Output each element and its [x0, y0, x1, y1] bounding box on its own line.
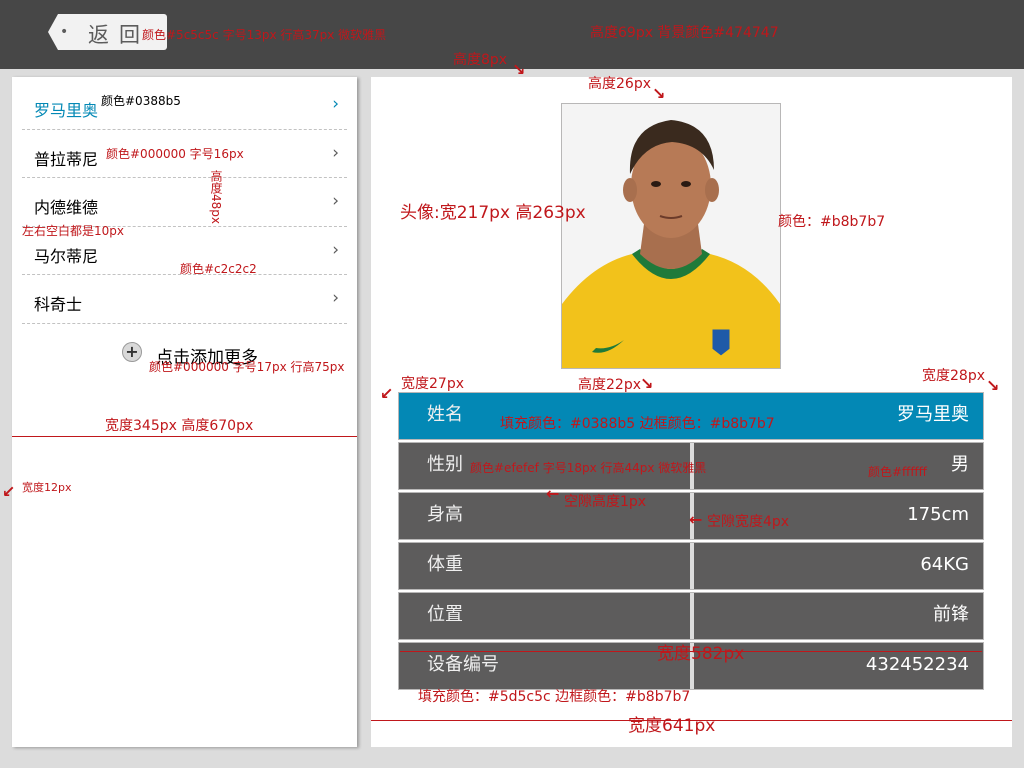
annotation-header: 高度69px 背景颜色#474747: [590, 25, 779, 41]
annotation-arrow-icon: ↘: [986, 376, 1000, 395]
back-label: 返回: [88, 23, 150, 47]
player-name: 科奇士: [34, 295, 83, 314]
player-photo-icon: [562, 104, 780, 368]
info-key: 位置: [427, 604, 463, 625]
annotation-arrow-icon: ↙: [2, 482, 16, 501]
annotation-arrow-icon: ↘: [652, 84, 666, 103]
info-row-position: 位置 前锋: [398, 592, 984, 640]
annotation-item-normal: 颜色#000000 字号16px: [106, 147, 244, 161]
info-value: 男: [690, 443, 983, 489]
plus-circle-icon: +: [122, 342, 142, 362]
annotation-active-fill: 填充颜色：#0388b5 边框颜色：#b8b7b7: [500, 416, 775, 432]
annotation-width27: 宽度27px: [401, 376, 464, 392]
annotation-avatar-size: 头像:宽217px 高263px: [400, 203, 586, 223]
info-key: 设备编号: [427, 654, 499, 675]
annotation-back-button: 颜色#5c5c5c 字号13px 行高37px 微软雅黑: [142, 28, 387, 42]
annotation-item-height: 高度48px: [209, 170, 223, 224]
player-item[interactable]: 内德维德 ›: [22, 178, 347, 227]
annotation-item-active: 颜色#0388b5: [101, 94, 181, 108]
player-name: 罗马里奥: [34, 101, 99, 120]
annotation-height22: 高度22px: [578, 377, 641, 393]
annotation-line: [12, 436, 357, 437]
annotation-divider-color: 颜色#c2c2c2: [180, 262, 257, 276]
chevron-right-icon: ›: [332, 94, 339, 114]
player-name: 马尔蒂尼: [34, 246, 99, 266]
player-list: 罗马里奥 › 普拉蒂尼 › 内德维德 › 马尔蒂尼 › 科奇士 ›: [22, 81, 347, 324]
chevron-right-icon: ›: [332, 288, 339, 308]
annotation-table-width: 宽度582px: [657, 644, 745, 664]
annotation-arrow-icon: ↙: [380, 384, 394, 403]
annotation-main-width: 宽度641px: [628, 716, 716, 736]
player-name: 普拉蒂尼: [34, 149, 99, 169]
annotation-arrow-icon: ↘: [640, 374, 654, 393]
chevron-right-icon: ›: [332, 239, 339, 260]
chevron-right-icon: ›: [332, 191, 339, 211]
info-value: 前锋: [690, 593, 983, 639]
annotation-add-more: 颜色#000000 字号17px 行高75px: [149, 360, 345, 374]
chevron-right-icon: ›: [332, 142, 339, 163]
annotation-padding: 左右空白都是10px: [22, 224, 124, 238]
annotation-arrow-icon: ←: [689, 510, 703, 529]
annotation-avatar-border: 颜色：#b8b7b7: [778, 214, 886, 230]
info-value: 64KG: [690, 543, 983, 589]
annotation-value-color: 颜色#ffffff: [868, 465, 927, 479]
annotation-sidebar-size: 宽度345px 高度670px: [105, 418, 254, 434]
annotation-arrow-icon: ↘: [512, 60, 526, 79]
annotation-left-gap: 宽度12px: [22, 481, 72, 494]
info-key: 体重: [427, 554, 463, 575]
info-row-weight: 体重 64KG: [398, 542, 984, 590]
annotation-width28: 宽度28px: [922, 368, 985, 384]
annotation-arrow-icon: ←: [546, 484, 560, 503]
player-item[interactable]: 科奇士 ›: [22, 275, 347, 324]
annotation-row-fill: 填充颜色：#5d5c5c 边框颜色：#b8b7b7: [418, 689, 691, 705]
annotation-gap-height: 空隙高度1px: [564, 494, 647, 510]
player-avatar: [561, 103, 781, 369]
info-key: 身高: [427, 504, 463, 525]
annotation-gap26: 高度26px: [588, 76, 651, 92]
annotation-row-text: 颜色#efefef 字号18px 行高44px 微软雅黑: [470, 461, 707, 475]
player-name: 内德维德: [34, 198, 99, 217]
player-sidebar: 罗马里奥 › 普拉蒂尼 › 内德维德 › 马尔蒂尼 › 科奇士 › + 点击添加…: [12, 77, 357, 747]
annotation-gap-width: 空隙宽度4px: [707, 514, 790, 530]
player-item[interactable]: 罗马里奥 ›: [22, 81, 347, 130]
annotation-gap8: 高度8px: [453, 52, 508, 68]
back-dot-icon: •: [60, 24, 69, 40]
